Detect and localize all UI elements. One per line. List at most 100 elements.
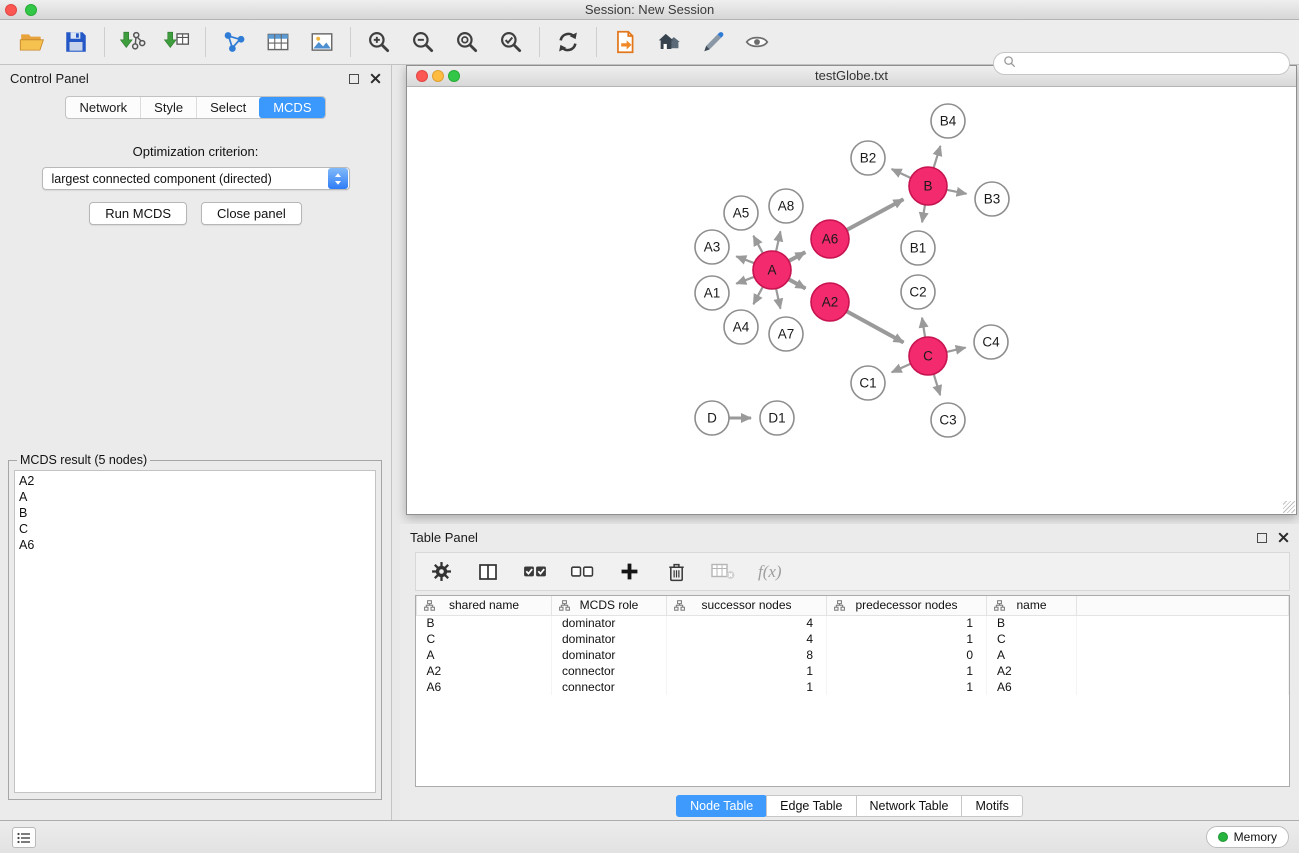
graph-edge-B-B1[interactable] (922, 205, 925, 223)
tab-motifs[interactable]: Motifs (961, 795, 1022, 817)
table-cell[interactable]: B (417, 615, 552, 631)
float-table-panel-icon[interactable] (1257, 533, 1267, 543)
graph-edge-A-A1[interactable] (736, 277, 754, 284)
home-networks-icon[interactable] (655, 28, 683, 56)
close-table-panel-icon[interactable] (1278, 532, 1289, 543)
result-list-item[interactable]: A2 (19, 473, 371, 489)
refresh-view-icon[interactable] (554, 28, 582, 56)
table-cell[interactable]: dominator (552, 631, 667, 647)
table-cell[interactable]: 4 (667, 631, 827, 647)
criterion-dropdown[interactable]: largest connected component (directed) (42, 167, 350, 190)
resize-grip[interactable] (1283, 501, 1295, 513)
search-input[interactable] (1021, 57, 1280, 71)
table-cell[interactable]: A (417, 647, 552, 663)
graph-edge-C-C1[interactable] (892, 364, 911, 373)
save-session-icon[interactable] (62, 28, 90, 56)
result-list-item[interactable]: B (19, 505, 371, 521)
table-settings-gear-icon[interactable] (429, 560, 453, 584)
table-cell[interactable]: 1 (827, 679, 987, 695)
graph-edge-A-A8[interactable] (776, 231, 780, 251)
tab-network-table[interactable]: Network Table (856, 795, 963, 817)
zoom-window-icon[interactable] (25, 4, 37, 16)
result-list-item[interactable]: C (19, 521, 371, 537)
graph-edge-C-C4[interactable] (947, 348, 966, 352)
table-cell[interactable]: connector (552, 663, 667, 679)
column-header-shared-name[interactable]: shared name (417, 596, 552, 615)
graph-edge-A-A4[interactable] (753, 287, 763, 305)
table-cell[interactable]: 1 (827, 615, 987, 631)
close-panel-icon[interactable] (370, 73, 381, 84)
tab-edge-table[interactable]: Edge Table (766, 795, 856, 817)
table-row[interactable]: Adominator80A (417, 647, 1289, 663)
column-header-mcds-role[interactable]: MCDS role (552, 596, 667, 615)
network-table-icon[interactable] (264, 28, 292, 56)
zoom-out-icon[interactable] (409, 28, 437, 56)
show-columns-icon[interactable] (476, 560, 500, 584)
close-window-icon[interactable] (5, 4, 17, 16)
table-cell[interactable]: A6 (417, 679, 552, 695)
result-list-item[interactable]: A (19, 489, 371, 505)
graph-edge-C-C2[interactable] (922, 318, 925, 338)
table-row[interactable]: A2connector11A2 (417, 663, 1289, 679)
graph-edge-B-B2[interactable] (892, 169, 911, 178)
table-cell[interactable]: B (987, 615, 1077, 631)
run-mcds-button[interactable]: Run MCDS (89, 202, 187, 225)
table-cell[interactable]: C (417, 631, 552, 647)
zoom-in-icon[interactable] (365, 28, 393, 56)
table-row[interactable]: A6connector11A6 (417, 679, 1289, 695)
tab-style[interactable]: Style (140, 97, 196, 118)
graph-edge-B-B3[interactable] (947, 190, 967, 194)
graph-edge-A-A7[interactable] (776, 289, 780, 309)
result-list-item[interactable]: A6 (19, 537, 371, 553)
zoom-selected-icon[interactable] (497, 28, 525, 56)
zoom-network-window-icon[interactable] (448, 70, 460, 82)
table-cell[interactable]: A6 (987, 679, 1077, 695)
mcds-result-list[interactable]: A2 A B C A6 (14, 470, 376, 793)
table-cell[interactable]: C (987, 631, 1077, 647)
delete-column-trash-icon[interactable] (664, 560, 688, 584)
table-cell[interactable]: 1 (827, 631, 987, 647)
table-cell[interactable]: dominator (552, 615, 667, 631)
network-image-icon[interactable] (308, 28, 336, 56)
graph-edge-A-A3[interactable] (736, 256, 754, 263)
column-header-name[interactable]: name (987, 596, 1077, 615)
column-header-predecessor-nodes[interactable]: predecessor nodes (827, 596, 987, 615)
table-row[interactable]: Cdominator41C (417, 631, 1289, 647)
float-panel-icon[interactable] (349, 74, 359, 84)
add-column-plus-icon[interactable] (617, 560, 641, 584)
graph-edge-A-A5[interactable] (753, 236, 763, 254)
memory-button[interactable]: Memory (1206, 826, 1289, 848)
table-cell[interactable]: 8 (667, 647, 827, 663)
table-cell[interactable]: 1 (667, 663, 827, 679)
table-cell[interactable]: 1 (827, 663, 987, 679)
open-file-icon[interactable] (18, 28, 46, 56)
table-row[interactable]: Bdominator41B (417, 615, 1289, 631)
import-network-icon[interactable] (119, 28, 147, 56)
table-cell[interactable]: A (987, 647, 1077, 663)
apply-style-icon[interactable] (699, 28, 727, 56)
select-all-icon[interactable] (523, 560, 547, 584)
minimize-network-window-icon[interactable] (432, 70, 444, 82)
zoom-fit-icon[interactable] (453, 28, 481, 56)
table-cell[interactable]: 4 (667, 615, 827, 631)
tab-node-table[interactable]: Node Table (676, 795, 767, 817)
table-cell[interactable]: 0 (827, 647, 987, 663)
table-cell[interactable]: connector (552, 679, 667, 695)
graph-edge-C-C3[interactable] (934, 374, 941, 395)
tab-network[interactable]: Network (66, 97, 140, 118)
graph-edge-A6-B[interactable] (847, 199, 904, 230)
import-table-icon[interactable] (163, 28, 191, 56)
unselect-all-icon[interactable] (570, 560, 594, 584)
table-cell[interactable]: dominator (552, 647, 667, 663)
graph-edge-A-A6[interactable] (789, 252, 806, 261)
table-cell[interactable]: A2 (417, 663, 552, 679)
tab-select[interactable]: Select (196, 97, 259, 118)
graph-edge-A2-C[interactable] (847, 311, 904, 342)
task-history-button[interactable] (12, 827, 36, 848)
column-header-successor-nodes[interactable]: successor nodes (667, 596, 827, 615)
graph-edge-B-B4[interactable] (934, 146, 941, 168)
annotations-icon[interactable] (611, 28, 639, 56)
table-cell[interactable]: A2 (987, 663, 1077, 679)
search-field[interactable] (993, 52, 1290, 75)
table-cell[interactable]: 1 (667, 679, 827, 695)
